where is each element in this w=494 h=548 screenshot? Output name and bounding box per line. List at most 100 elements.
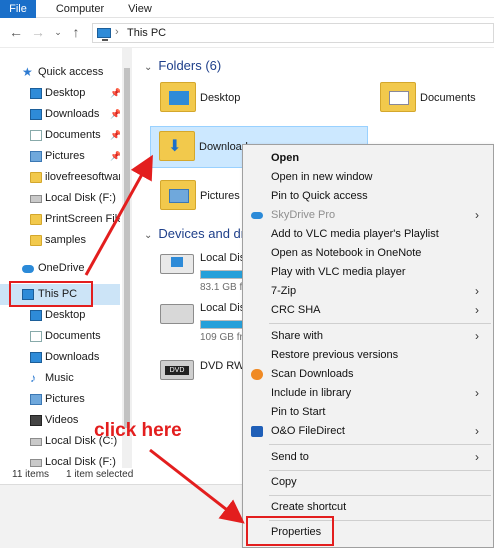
navigation-bar: ← → ⌄ ↑ › This PC [0, 18, 494, 48]
address-bar[interactable]: › This PC [92, 23, 494, 43]
menu-item-pin-to-start[interactable]: Pin to Start [243, 403, 493, 422]
nav-label: Documents [45, 330, 101, 342]
nav-item-pictures[interactable]: Pictures 📌 [0, 146, 120, 167]
desktop-icon [30, 88, 42, 99]
folders-group-header[interactable]: ⌄ Folders (6) [144, 58, 221, 73]
folder-tile-desktop[interactable]: Desktop [138, 78, 318, 118]
onedrive-icon [22, 265, 34, 273]
menu-label: Scan Downloads [271, 368, 354, 380]
menu-item-restore-previous-versions[interactable]: Restore previous versions [243, 346, 493, 365]
nav-label: Desktop [45, 87, 86, 99]
nav-item-local-disk-f[interactable]: Local Disk (F:) [0, 188, 120, 209]
nav-item-desktop[interactable]: Desktop 📌 [0, 83, 120, 104]
menu-label: Restore previous versions [271, 349, 399, 361]
nav-pc-downloads[interactable]: Downloads [0, 347, 120, 368]
this-pc-highlight-box [9, 281, 93, 307]
menu-label: 7-Zip [271, 285, 297, 297]
menu-label: Pin to Start [271, 406, 326, 418]
menu-item-crc-sha[interactable]: CRC SHA › [243, 301, 493, 320]
collapse-chevron-icon[interactable]: ⌄ [144, 62, 152, 73]
menu-item-create-shortcut[interactable]: Create shortcut [243, 498, 493, 517]
menu-item-include-in-library[interactable]: Include in library › [243, 384, 493, 403]
nav-pc-documents[interactable]: Documents [0, 326, 120, 347]
nav-label: Downloads [45, 108, 100, 120]
nav-label: Documents [45, 129, 101, 141]
menu-item-oo-filedirect[interactable]: O&O FileDirect › [243, 422, 493, 441]
forward-arrow-icon[interactable]: → [30, 24, 46, 40]
nav-item-samples[interactable]: samples [0, 230, 120, 251]
menu-label: Send to [271, 451, 309, 463]
menu-label: Play with VLC media player [271, 266, 406, 278]
menu-separator [269, 470, 491, 471]
nav-label: Desktop [45, 309, 86, 321]
click-here-callout: click here [94, 420, 182, 441]
group-label: Folders (6) [158, 58, 222, 73]
tab-view[interactable]: View [120, 0, 160, 18]
nav-pc-pictures[interactable]: Pictures [0, 389, 120, 410]
menu-separator [269, 323, 491, 324]
pictures-icon [30, 151, 42, 162]
menu-item-add-to-vlc-playlist[interactable]: Add to VLC media player's Playlist [243, 225, 493, 244]
folder-tile-documents[interactable]: Documents [358, 78, 494, 118]
breadcrumb-this-pc[interactable]: This PC [127, 27, 166, 39]
menu-label: Add to VLC media player's Playlist [271, 228, 439, 240]
menu-label: Pin to Quick access [271, 190, 368, 202]
pin-icon: 📌 [110, 109, 120, 119]
menu-label: O&O FileDirect [271, 425, 345, 437]
back-arrow-icon[interactable]: ← [8, 24, 24, 40]
nav-quick-access[interactable]: ★ Quick access [0, 62, 120, 83]
nav-item-documents[interactable]: Documents 📌 [0, 125, 120, 146]
menu-label: Include in library [271, 387, 352, 399]
nav-item-downloads[interactable]: Downloads 📌 [0, 104, 120, 125]
drive-icon [30, 195, 42, 203]
nav-label: Pictures [45, 393, 85, 405]
navigation-pane-scrollbar[interactable] [122, 48, 132, 468]
nav-label: Music [45, 372, 74, 384]
menu-item-skydrive-pro[interactable]: SkyDrive Pro › [243, 206, 493, 225]
menu-item-open-in-new-window[interactable]: Open in new window [243, 168, 493, 187]
menu-item-open-as-onenote-notebook[interactable]: Open as Notebook in OneNote [243, 244, 493, 263]
menu-item-send-to[interactable]: Send to › [243, 448, 493, 467]
collapse-chevron-icon[interactable]: ⌄ [144, 230, 152, 241]
menu-label: Open in new window [271, 171, 373, 183]
menu-item-7zip[interactable]: 7-Zip › [243, 282, 493, 301]
tab-file[interactable]: File [0, 0, 36, 18]
nav-label: Videos [45, 414, 79, 426]
submenu-arrow-icon: › [475, 329, 479, 343]
nav-item-ilovefreesoftware[interactable]: ilovefreesoftware [0, 167, 120, 188]
up-arrow-icon[interactable]: ↑ [68, 24, 84, 40]
pin-icon: 📌 [110, 88, 120, 98]
drive-icon [30, 438, 42, 446]
nav-label: OneDrive [38, 262, 85, 274]
submenu-arrow-icon: › [475, 386, 479, 400]
menu-item-open[interactable]: Open [243, 149, 493, 168]
breadcrumb-separator: › [115, 26, 119, 38]
menu-item-pin-to-quick-access[interactable]: Pin to Quick access [243, 187, 493, 206]
desktop-icon [30, 310, 42, 321]
pin-icon: 📌 [110, 151, 120, 161]
nav-pc-desktop[interactable]: Desktop [0, 305, 120, 326]
nav-onedrive[interactable]: OneDrive [0, 258, 120, 279]
menu-item-play-with-vlc[interactable]: Play with VLC media player [243, 263, 493, 282]
item-count: 11 items [12, 469, 50, 480]
windows-drive-icon [160, 254, 194, 274]
scrollbar-thumb[interactable] [124, 68, 130, 428]
nav-item-printscreen-files[interactable]: PrintScreen Files [0, 209, 120, 230]
downloads-icon [30, 109, 42, 120]
documents-icon [30, 130, 42, 141]
menu-item-copy[interactable]: Copy [243, 473, 493, 492]
menu-label: SkyDrive Pro [271, 209, 336, 221]
tab-computer[interactable]: Computer [46, 0, 114, 18]
folder-label: Documents [420, 92, 476, 104]
nav-pc-local-disk-f[interactable]: Local Disk (F:) [0, 452, 120, 468]
menu-item-scan-downloads[interactable]: Scan Downloads [243, 365, 493, 384]
context-menu: Open Open in new window Pin to Quick acc… [242, 144, 494, 548]
recent-chevron-icon[interactable]: ⌄ [50, 24, 66, 40]
menu-item-share-with[interactable]: Share with › [243, 327, 493, 346]
submenu-arrow-icon: › [475, 424, 479, 438]
navigation-pane: ★ Quick access Desktop 📌 Downloads 📌 Doc… [0, 48, 122, 468]
menu-separator [269, 495, 491, 496]
nav-pc-music[interactable]: ♪ Music [0, 368, 120, 389]
pictures-icon [30, 394, 42, 405]
oo-filedirect-icon [251, 426, 263, 437]
